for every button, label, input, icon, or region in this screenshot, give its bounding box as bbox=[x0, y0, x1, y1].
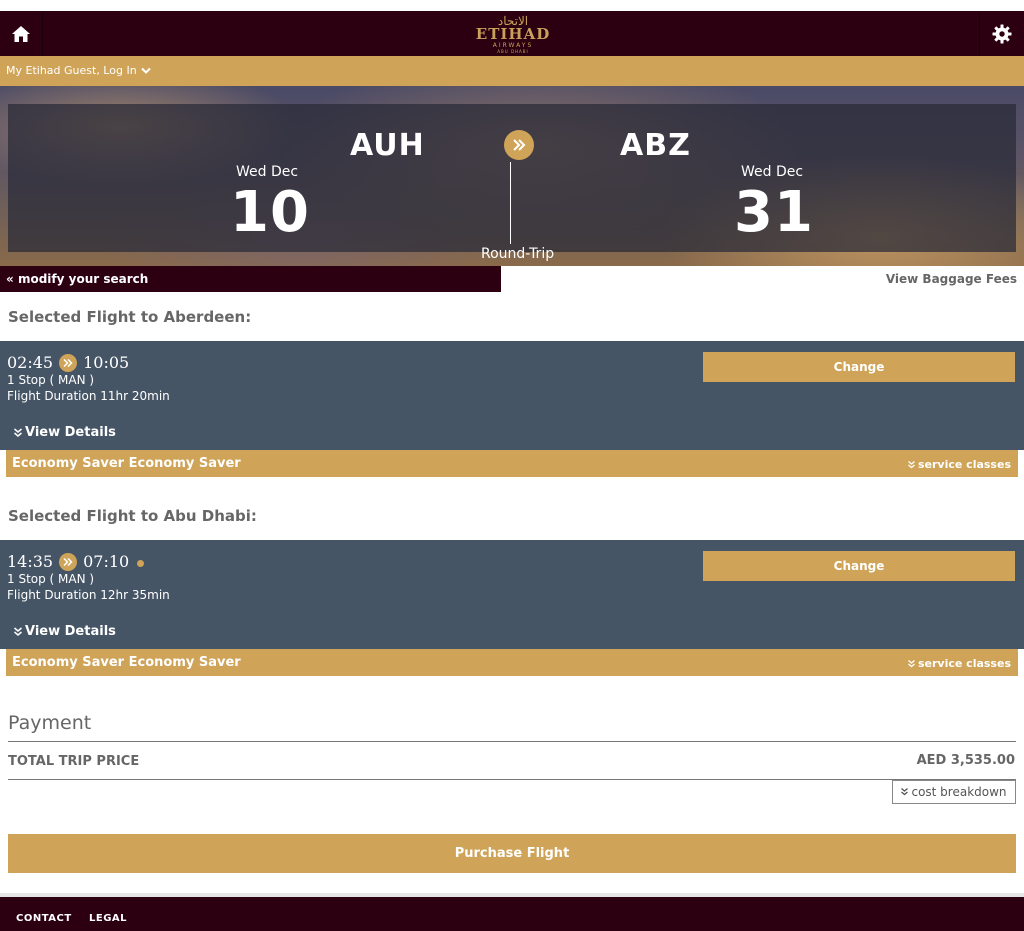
member-bar: My Etihad Guest, Log In bbox=[0, 56, 1024, 86]
outbound-depart-time: 02:45 bbox=[7, 353, 54, 372]
return-class-label: Economy Saver Economy Saver bbox=[12, 655, 241, 670]
outbound-times: 02:45 10:05 bbox=[7, 353, 129, 372]
return-view-details-button[interactable]: View Details bbox=[14, 624, 116, 639]
depart-date: 10 bbox=[230, 180, 310, 245]
double-chevron-right-icon bbox=[513, 139, 526, 151]
return-date: 31 bbox=[734, 180, 814, 245]
outbound-duration: Flight Duration 11hr 20min bbox=[7, 389, 170, 403]
outbound-flight-card: 02:45 10:05 1 Stop ( MAN ) Flight Durati… bbox=[0, 341, 1024, 450]
return-section-title: Selected Flight to Abu Dhabi: bbox=[8, 507, 257, 525]
return-depart-time: 14:35 bbox=[7, 552, 54, 571]
double-chevron-right-icon bbox=[59, 552, 78, 571]
return-class-bar: Economy Saver Economy Saver service clas… bbox=[6, 649, 1018, 676]
search-summary-hero: AUH ABZ Wed Dec 10 Wed Dec 31 Round-Trip bbox=[0, 86, 1024, 266]
double-chevron-down-icon bbox=[908, 659, 915, 667]
search-summary-panel: AUH ABZ Wed Dec 10 Wed Dec 31 Round-Trip bbox=[8, 104, 1016, 262]
footer-legal-link[interactable]: LEGAL bbox=[89, 913, 127, 924]
logo-sub: AIRWAYS bbox=[492, 41, 534, 49]
member-login-link[interactable]: My Etihad Guest, Log In bbox=[6, 64, 151, 77]
origin-code: AUH bbox=[350, 128, 425, 163]
outbound-change-button[interactable]: Change bbox=[703, 352, 1015, 382]
settings-button[interactable] bbox=[979, 11, 1024, 56]
payment-title: Payment bbox=[8, 712, 92, 734]
double-chevron-down-icon bbox=[908, 460, 915, 468]
return-day: Wed Dec bbox=[741, 164, 804, 180]
outbound-stops: 1 Stop ( MAN ) bbox=[7, 373, 95, 387]
home-button[interactable] bbox=[0, 11, 43, 56]
payment-divider-top bbox=[8, 741, 1016, 742]
purchase-flight-button[interactable]: Purchase Flight bbox=[8, 834, 1016, 873]
return-flight-card: 14:35 07:10 1 Stop ( MAN ) Flight Durati… bbox=[0, 540, 1024, 649]
cost-breakdown-button[interactable]: cost breakdown bbox=[892, 780, 1016, 804]
depart-day: Wed Dec bbox=[236, 164, 299, 180]
return-times: 14:35 07:10 bbox=[7, 552, 145, 571]
route-arrow bbox=[504, 130, 534, 160]
view-baggage-fees-link[interactable]: View Baggage Fees bbox=[886, 272, 1017, 286]
modify-search-button[interactable]: « modify your search bbox=[0, 266, 501, 292]
return-stops: 1 Stop ( MAN ) bbox=[7, 572, 95, 586]
footer-contact-link[interactable]: CONTACT bbox=[16, 913, 72, 924]
return-service-classes-label: service classes bbox=[917, 657, 1011, 670]
home-icon bbox=[12, 25, 30, 42]
double-chevron-right-icon bbox=[59, 353, 78, 372]
double-chevron-down-icon bbox=[14, 427, 22, 437]
payment-divider-bottom bbox=[8, 779, 1016, 780]
double-chevron-down-icon bbox=[901, 788, 909, 796]
outbound-class-bar: Economy Saver Economy Saver service clas… bbox=[6, 450, 1018, 477]
route-divider bbox=[510, 162, 511, 244]
outbound-section-title: Selected Flight to Aberdeen: bbox=[8, 308, 252, 326]
member-login-label: My Etihad Guest, Log In bbox=[6, 64, 137, 77]
destination-code: ABZ bbox=[620, 128, 691, 163]
logo-brand: ETIHAD bbox=[475, 24, 551, 43]
total-trip-price-value: AED 3,535.00 bbox=[916, 753, 1015, 768]
footer: CONTACT LEGAL bbox=[0, 897, 1024, 931]
top-bar: الاتحاد ETIHAD AIRWAYS ABU DHABI bbox=[0, 11, 1024, 56]
outbound-service-classes-link[interactable]: service classes bbox=[908, 458, 1011, 471]
total-trip-price-label: TOTAL TRIP PRICE bbox=[8, 754, 140, 769]
return-arrive-time: 07:10 bbox=[83, 552, 130, 571]
return-service-classes-link[interactable]: service classes bbox=[908, 657, 1011, 670]
next-day-dot bbox=[137, 560, 145, 567]
outbound-view-details-label: View Details bbox=[25, 425, 116, 440]
outbound-class-label: Economy Saver Economy Saver bbox=[12, 456, 241, 471]
outbound-view-details-button[interactable]: View Details bbox=[14, 425, 116, 440]
return-change-button[interactable]: Change bbox=[703, 551, 1015, 581]
cost-breakdown-label: cost breakdown bbox=[911, 785, 1007, 799]
double-chevron-left-icon: « bbox=[6, 272, 14, 286]
outbound-service-classes-label: service classes bbox=[917, 458, 1011, 471]
logo-sub2: ABU DHABI bbox=[497, 48, 529, 54]
return-view-details-label: View Details bbox=[25, 624, 116, 639]
return-duration: Flight Duration 12hr 35min bbox=[7, 588, 170, 602]
double-chevron-down-icon bbox=[14, 626, 22, 636]
outbound-arrive-time: 10:05 bbox=[83, 353, 130, 372]
gear-icon bbox=[992, 24, 1012, 43]
trip-type: Round-Trip bbox=[481, 246, 555, 262]
modify-search-label: modify your search bbox=[17, 272, 149, 286]
chevron-down-icon bbox=[140, 67, 151, 74]
etihad-logo[interactable]: الاتحاد ETIHAD AIRWAYS ABU DHABI bbox=[470, 13, 556, 55]
